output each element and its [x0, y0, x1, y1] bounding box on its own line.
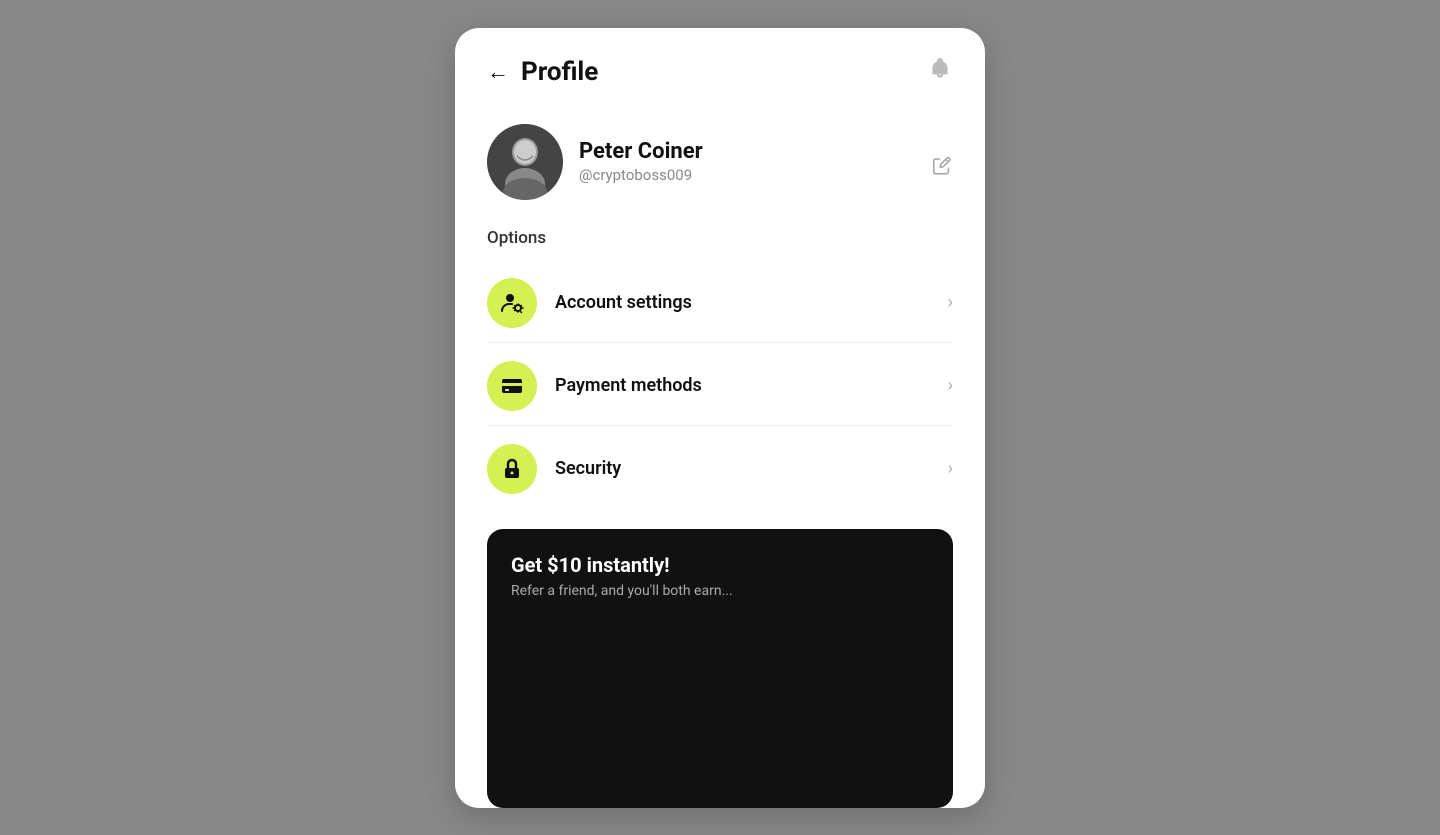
profile-section: Peter Coiner @cryptoboss009: [455, 108, 985, 228]
menu-item-security[interactable]: Security ›: [487, 430, 953, 509]
account-settings-label: Account settings: [555, 292, 948, 313]
menu-item-payment-methods[interactable]: Payment methods ›: [487, 347, 953, 426]
edit-profile-button[interactable]: [931, 154, 953, 181]
promo-subtitle: Refer a friend, and you'll both earn...: [511, 583, 929, 599]
notification-bell-icon[interactable]: [927, 56, 953, 88]
account-settings-chevron-icon: ›: [948, 292, 953, 313]
avatar: [487, 124, 563, 200]
back-button[interactable]: ←: [487, 59, 509, 85]
page-title: Profile: [521, 57, 598, 87]
security-label: Security: [555, 458, 948, 479]
menu-item-account-settings[interactable]: Account settings ›: [487, 264, 953, 343]
security-icon-circle: [487, 444, 537, 494]
payment-methods-label: Payment methods: [555, 375, 948, 396]
options-label: Options: [455, 228, 985, 264]
promo-banner[interactable]: Get $10 instantly! Refer a friend, and y…: [487, 529, 953, 808]
profile-username: @cryptoboss009: [579, 166, 953, 184]
security-chevron-icon: ›: [948, 458, 953, 479]
profile-name: Peter Coiner: [579, 139, 953, 164]
account-settings-icon-circle: [487, 278, 537, 328]
payment-methods-chevron-icon: ›: [948, 375, 953, 396]
profile-info: Peter Coiner @cryptoboss009: [579, 139, 953, 184]
phone-card: ← Profile Peter Coine: [455, 28, 985, 808]
promo-title: Get $10 instantly!: [511, 553, 929, 577]
header-left: ← Profile: [487, 57, 598, 87]
header: ← Profile: [455, 28, 985, 108]
payment-methods-icon-circle: [487, 361, 537, 411]
menu-list: Account settings › Payment methods ›: [455, 264, 985, 509]
